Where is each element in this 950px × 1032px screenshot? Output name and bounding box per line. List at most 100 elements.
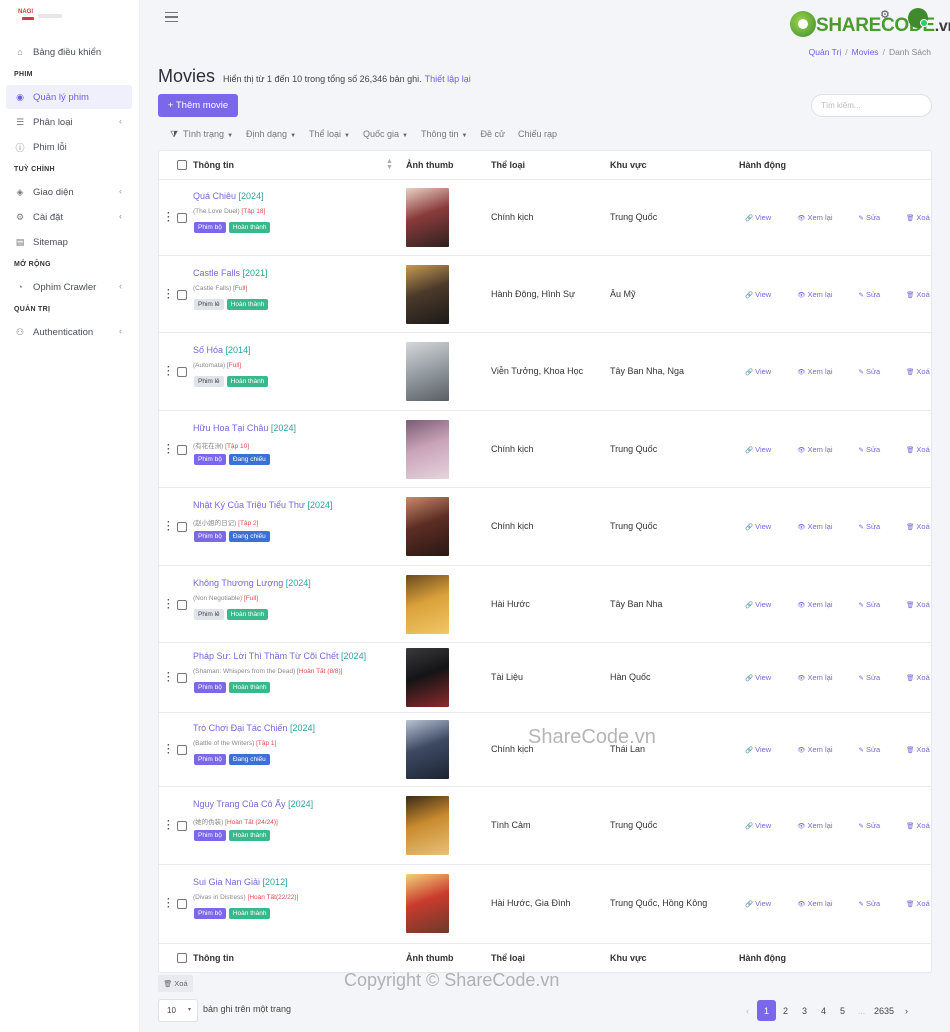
sort-icon[interactable]: ▲ ▼ bbox=[386, 158, 393, 171]
sidebar-item[interactable]: ◈ Giao diện ‹ bbox=[6, 180, 132, 204]
row-menu-icon[interactable]: · · · bbox=[167, 741, 171, 759]
view-button[interactable]: 🔗 View bbox=[745, 745, 784, 754]
page-button-last[interactable]: 2635 bbox=[871, 1000, 897, 1021]
edit-button[interactable]: ✎ Sửa bbox=[859, 290, 894, 299]
preview-button[interactable]: 👁 Xem lại bbox=[797, 213, 845, 222]
delete-button[interactable]: 🗑 Xoá bbox=[906, 445, 943, 454]
delete-button[interactable]: 🗑 Xoá bbox=[906, 290, 943, 299]
sidebar-item[interactable]: ◉ Quản lý phim bbox=[6, 85, 132, 109]
add-movie-button[interactable]: + Thêm movie bbox=[158, 94, 238, 117]
breadcrumb-item-movies[interactable]: Movies bbox=[852, 47, 879, 57]
preview-button[interactable]: 👁 Xem lại bbox=[797, 673, 845, 682]
movie-title-link[interactable]: Hữu Hoa Tại Châu [2024] bbox=[193, 423, 296, 433]
next-page-button[interactable]: › bbox=[897, 1000, 916, 1021]
row-menu-icon[interactable]: · · · bbox=[167, 669, 171, 687]
edit-button[interactable]: ✎ Sửa bbox=[859, 899, 894, 908]
edit-button[interactable]: ✎ Sửa bbox=[859, 745, 894, 754]
movie-title-link[interactable]: Pháp Sư: Lời Thì Thầm Từ Cõi Chết [2024] bbox=[193, 651, 366, 661]
edit-button[interactable]: ✎ Sửa bbox=[859, 600, 894, 609]
page-button-4[interactable]: 4 bbox=[814, 1000, 833, 1021]
view-button[interactable]: 🔗 View bbox=[745, 367, 784, 376]
filter-dropdown[interactable]: Chiếu rạp bbox=[518, 129, 557, 139]
row-menu-icon[interactable]: · · · bbox=[167, 895, 171, 913]
filter-dropdown[interactable]: Đề cử bbox=[480, 129, 505, 139]
preview-button[interactable]: 👁 Xem lại bbox=[797, 445, 845, 454]
settings-gear-icon[interactable]: ⚙ bbox=[880, 8, 890, 21]
edit-button[interactable]: ✎ Sửa bbox=[859, 673, 894, 682]
movie-title-link[interactable]: Castle Falls [2021] bbox=[193, 268, 268, 278]
view-button[interactable]: 🔗 View bbox=[745, 445, 784, 454]
select-all-checkbox-footer[interactable] bbox=[177, 953, 187, 963]
sidebar-item[interactable]: ◔ Ophim Crawler ‹ bbox=[6, 275, 132, 299]
edit-button[interactable]: ✎ Sửa bbox=[859, 445, 894, 454]
sidebar-item[interactable]: ▤ Sitemap bbox=[6, 230, 132, 254]
filter-dropdown[interactable]: Quốc gia ▼ bbox=[363, 129, 408, 139]
delete-button[interactable]: 🗑 Xoá bbox=[906, 899, 943, 908]
preview-button[interactable]: 👁 Xem lại bbox=[797, 522, 845, 531]
row-checkbox[interactable] bbox=[177, 673, 187, 683]
page-button-3[interactable]: 3 bbox=[795, 1000, 814, 1021]
movie-title-link[interactable]: Trò Chơi Đại Tác Chiến [2024] bbox=[193, 723, 315, 733]
avatar[interactable] bbox=[908, 8, 928, 28]
menu-toggle-icon[interactable] bbox=[165, 12, 178, 23]
page-button-5[interactable]: 5 bbox=[833, 1000, 852, 1021]
row-checkbox[interactable] bbox=[177, 821, 187, 831]
preview-button[interactable]: 👁 Xem lại bbox=[797, 745, 845, 754]
page-button-1[interactable]: 1 bbox=[757, 1000, 776, 1021]
filter-dropdown[interactable]: Thể loại ▼ bbox=[309, 129, 350, 139]
preview-button[interactable]: 👁 Xem lại bbox=[797, 290, 845, 299]
row-checkbox[interactable] bbox=[177, 522, 187, 532]
row-menu-icon[interactable]: · · · bbox=[167, 209, 171, 227]
movie-title-link[interactable]: Ngụy Trang Của Cô Ấy [2024] bbox=[193, 799, 313, 809]
breadcrumb-item-admin[interactable]: Quản Trị bbox=[809, 47, 842, 57]
movie-title-link[interactable]: Số Hóa [2014] bbox=[193, 345, 251, 355]
prev-page-button[interactable]: ‹ bbox=[738, 1000, 757, 1021]
row-menu-icon[interactable]: · · · bbox=[167, 595, 171, 613]
edit-button[interactable]: ✎ Sửa bbox=[859, 213, 894, 222]
movie-title-link[interactable]: Không Thương Lượng [2024] bbox=[193, 578, 311, 588]
row-checkbox[interactable] bbox=[177, 899, 187, 909]
view-button[interactable]: 🔗 View bbox=[745, 899, 784, 908]
search-input[interactable]: Tìm kiếm... bbox=[811, 94, 932, 117]
view-button[interactable]: 🔗 View bbox=[745, 522, 784, 531]
preview-button[interactable]: 👁 Xem lại bbox=[797, 367, 845, 376]
sidebar-item[interactable]: ⌂ Bảng điều khiển bbox=[6, 40, 132, 64]
delete-button[interactable]: 🗑 Xoá bbox=[906, 600, 943, 609]
row-menu-icon[interactable]: · · · bbox=[167, 518, 171, 536]
preview-button[interactable]: 👁 Xem lại bbox=[797, 899, 845, 908]
view-button[interactable]: 🔗 View bbox=[745, 600, 784, 609]
row-checkbox[interactable] bbox=[177, 289, 187, 300]
row-menu-icon[interactable]: · · · bbox=[167, 285, 171, 303]
movie-title-link[interactable]: Sui Gia Nan Giải [2012] bbox=[193, 877, 288, 887]
row-menu-icon[interactable]: · · · bbox=[167, 363, 171, 381]
sidebar-item[interactable]: ⚇ Authentication ‹ bbox=[6, 320, 132, 344]
bulk-delete-button[interactable]: 🗑 Xoá bbox=[158, 975, 193, 992]
row-checkbox[interactable] bbox=[177, 599, 187, 610]
delete-button[interactable]: 🗑 Xoá bbox=[906, 673, 943, 682]
select-all-checkbox[interactable] bbox=[177, 160, 187, 170]
edit-button[interactable]: ✎ Sửa bbox=[859, 821, 894, 830]
page-button-2[interactable]: 2 bbox=[776, 1000, 795, 1021]
view-button[interactable]: 🔗 View bbox=[745, 213, 784, 222]
view-button[interactable]: 🔗 View bbox=[745, 673, 784, 682]
delete-button[interactable]: 🗑 Xoá bbox=[906, 745, 943, 754]
row-checkbox[interactable] bbox=[177, 367, 187, 377]
row-menu-icon[interactable]: · · · bbox=[167, 817, 171, 835]
view-button[interactable]: 🔗 View bbox=[745, 821, 784, 830]
movie-title-link[interactable]: Quá Chiêu [2024] bbox=[193, 191, 264, 201]
delete-button[interactable]: 🗑 Xoá bbox=[906, 367, 943, 376]
app-logo[interactable]: NAGI bbox=[18, 9, 64, 25]
delete-button[interactable]: 🗑 Xoá bbox=[906, 213, 943, 222]
reset-link[interactable]: Thiết lập lại bbox=[425, 74, 471, 84]
delete-button[interactable]: 🗑 Xoá bbox=[906, 522, 943, 531]
filter-dropdown[interactable]: Định dạng ▼ bbox=[246, 129, 296, 139]
row-checkbox[interactable] bbox=[177, 213, 187, 223]
per-page-select[interactable]: 10 ▾ bbox=[158, 999, 198, 1022]
row-checkbox[interactable] bbox=[177, 745, 187, 755]
view-button[interactable]: 🔗 View bbox=[745, 290, 784, 299]
header-info[interactable]: Thông tin bbox=[193, 160, 234, 170]
sidebar-item[interactable]: ⓘ Phim lỗi bbox=[6, 135, 132, 159]
filter-dropdown[interactable]: Thông tin ▼ bbox=[421, 129, 467, 139]
preview-button[interactable]: 👁 Xem lại bbox=[797, 821, 845, 830]
edit-button[interactable]: ✎ Sửa bbox=[859, 522, 894, 531]
